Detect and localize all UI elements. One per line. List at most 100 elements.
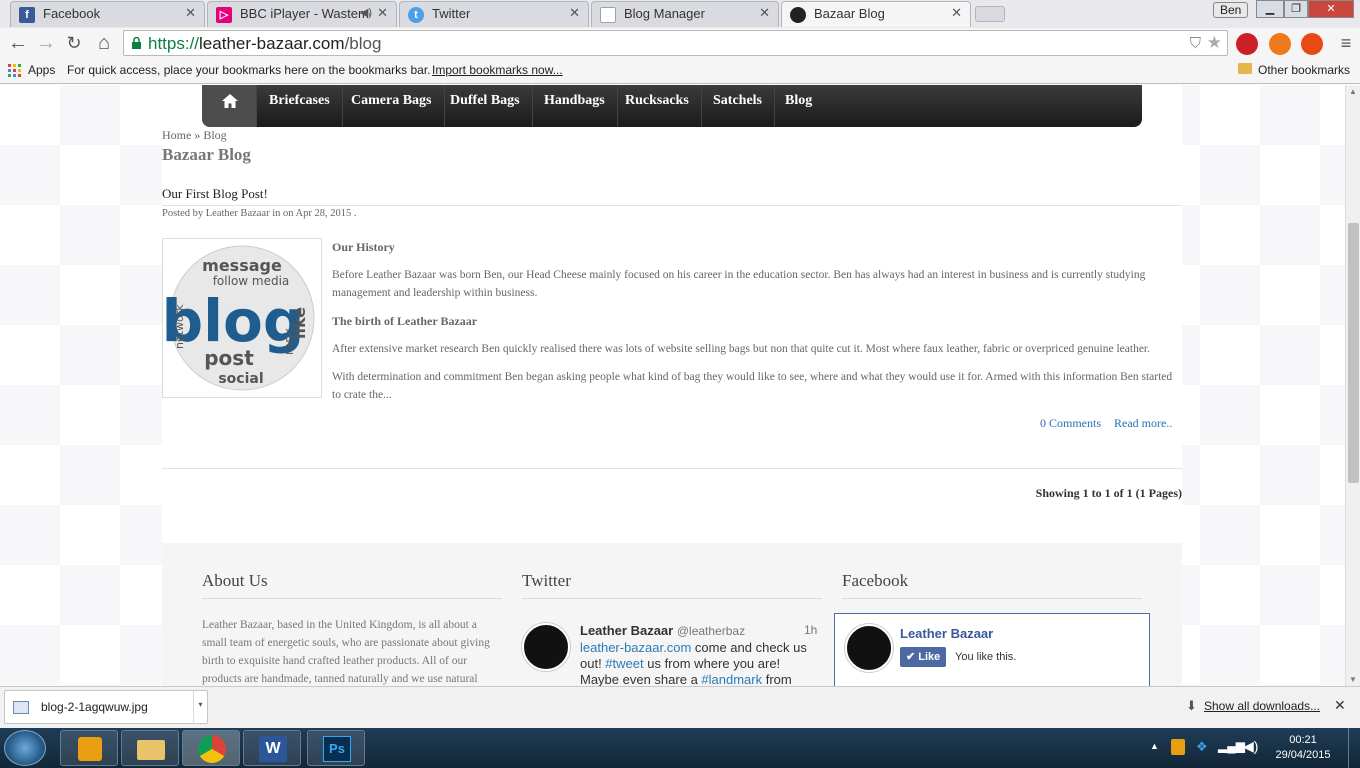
lock-icon xyxy=(132,37,141,49)
fb-like-button[interactable]: ✔ Like xyxy=(900,647,947,667)
minimize-button[interactable]: ▁ xyxy=(1256,0,1284,18)
firefox-icon[interactable] xyxy=(1269,33,1291,55)
profile-button[interactable]: Ben xyxy=(1213,2,1249,18)
system-clock[interactable]: 00:21 29/04/2015 xyxy=(1268,733,1338,763)
fb-page-name[interactable]: Leather Bazaar xyxy=(900,626,993,641)
divider xyxy=(162,205,1182,206)
svg-text:social: social xyxy=(218,371,263,387)
flame-icon[interactable] xyxy=(1301,33,1323,55)
svg-text:follow media: follow media xyxy=(213,274,290,288)
apps-icon[interactable] xyxy=(8,64,21,77)
nav-camera-bags[interactable]: Camera Bags xyxy=(339,85,445,127)
back-icon[interactable]: ← xyxy=(6,31,30,55)
taskbar-explorer[interactable] xyxy=(121,730,179,766)
maximize-button[interactable]: ❐ xyxy=(1284,0,1308,18)
close-icon[interactable]: ✕ xyxy=(1334,697,1346,714)
tweet-name[interactable]: Leather Bazaar xyxy=(580,623,673,638)
about-text: Leather Bazaar, based in the United King… xyxy=(202,619,490,685)
download-item[interactable]: blog-2-1agqwuw.jpg ▾ xyxy=(4,690,208,724)
history-heading: Our History xyxy=(332,240,395,254)
page-content: Briefcases Camera Bags Duffel Bags Handb… xyxy=(162,85,1182,686)
blog-thumbnail[interactable]: message follow media blog post social ra… xyxy=(162,238,322,398)
post-meta: Posted by Leather Bazaar in on Apr 28, 2… xyxy=(162,208,357,219)
svg-text:post: post xyxy=(204,346,254,370)
home-icon xyxy=(222,94,238,108)
bazaar-icon xyxy=(790,7,806,23)
leather-bazaar-logo-icon xyxy=(522,623,570,671)
tweet-hashtag[interactable]: #landmark xyxy=(701,672,762,686)
nav-briefcases[interactable]: Briefcases xyxy=(257,85,343,127)
tweet-link[interactable]: leather-bazaar.com xyxy=(580,640,691,655)
taskbar-photoshop[interactable]: Ps xyxy=(307,730,365,766)
pagination-status: Showing 1 to 1 of 1 (1 Pages) xyxy=(1035,486,1182,500)
close-icon[interactable]: ✕ xyxy=(185,5,196,21)
show-all-downloads-link[interactable]: Show all downloads... xyxy=(1204,699,1320,713)
download-menu-icon[interactable]: ▾ xyxy=(193,691,207,723)
tab-twitter[interactable]: t Twitter ✕ xyxy=(399,1,589,27)
tweet-handle[interactable]: @leatherbaz xyxy=(677,624,745,638)
dropbox-icon[interactable]: ❖ xyxy=(1196,739,1208,755)
comments-link[interactable]: 0 Comments xyxy=(1040,416,1101,430)
tab-bbc-iplayer[interactable]: ▷ BBC iPlayer - Wasteme ◀) ✕ xyxy=(207,1,397,27)
svg-text:network: network xyxy=(173,304,186,349)
forward-icon[interactable]: → xyxy=(34,31,58,55)
shield-icon[interactable]: ⛉ xyxy=(1190,35,1201,52)
close-window-button[interactable]: ✕ xyxy=(1308,0,1354,18)
close-icon[interactable]: ✕ xyxy=(569,5,580,21)
site-nav: Briefcases Camera Bags Duffel Bags Handb… xyxy=(202,85,1142,127)
facebook-heading: Facebook xyxy=(842,571,909,590)
taskbar-outlook[interactable] xyxy=(60,730,118,766)
scrollbar-thumb[interactable] xyxy=(1348,223,1359,483)
nav-satchels[interactable]: Satchels xyxy=(701,85,775,127)
page-scrollbar[interactable]: ▲ ▼ xyxy=(1345,85,1360,686)
post-title[interactable]: Our First Blog Post! xyxy=(162,186,268,202)
svg-text:message: message xyxy=(202,256,282,275)
close-icon[interactable]: ✕ xyxy=(759,5,770,21)
taskbar-word[interactable]: W xyxy=(243,730,301,766)
word-icon: W xyxy=(259,736,287,762)
scroll-down-icon[interactable]: ▼ xyxy=(1349,675,1357,684)
facebook-icon: f xyxy=(19,7,35,23)
import-bookmarks-link[interactable]: Import bookmarks now... xyxy=(432,63,563,77)
pinterest-icon[interactable] xyxy=(1236,33,1258,55)
tab-blog-manager[interactable]: Blog Manager ✕ xyxy=(591,1,779,27)
outlook-icon xyxy=(78,737,102,761)
new-tab-button[interactable] xyxy=(975,6,1005,22)
close-icon[interactable]: ✕ xyxy=(377,5,388,21)
about-heading: About Us xyxy=(202,571,268,590)
downloads-bar: blog-2-1agqwuw.jpg ▾ ⬇ Show all download… xyxy=(0,686,1360,728)
nav-handbags[interactable]: Handbags xyxy=(532,85,618,127)
volume-icon[interactable]: ◀) xyxy=(1243,738,1258,755)
other-bookmarks-link[interactable]: Other bookmarks xyxy=(1258,63,1350,77)
site-footer: About Us Leather Bazaar, based in the Un… xyxy=(162,543,1182,686)
network-icon[interactable]: ▂▄▆ xyxy=(1218,739,1245,753)
iplayer-icon: ▷ xyxy=(216,7,232,23)
reload-icon[interactable]: ↻ xyxy=(62,31,86,55)
show-hidden-icons[interactable]: ▲ xyxy=(1150,741,1159,751)
tray-app-icon[interactable] xyxy=(1171,739,1185,755)
home-icon[interactable]: ⌂ xyxy=(92,31,116,55)
bookmarks-hint: For quick access, place your bookmarks h… xyxy=(67,63,431,77)
nav-blog[interactable]: Blog xyxy=(773,85,824,127)
nav-duffel-bags[interactable]: Duffel Bags xyxy=(438,85,533,127)
nav-home[interactable] xyxy=(202,85,257,127)
start-button[interactable] xyxy=(4,730,46,766)
star-icon[interactable]: ★ xyxy=(1207,33,1222,53)
tab-label: BBC iPlayer - Wasteme xyxy=(240,6,370,21)
nav-rucksacks[interactable]: Rucksacks xyxy=(613,85,702,127)
menu-icon[interactable]: ≡ xyxy=(1334,31,1358,55)
taskbar-chrome[interactable] xyxy=(182,730,240,766)
tab-facebook[interactable]: f Facebook ✕ xyxy=(10,1,205,27)
show-desktop-button[interactable] xyxy=(1348,728,1360,768)
breadcrumb[interactable]: Home » Blog xyxy=(162,128,227,143)
leather-bazaar-logo-icon xyxy=(845,624,893,672)
read-more-link[interactable]: Read more.. xyxy=(1114,416,1172,430)
address-bar[interactable]: https://leather-bazaar.com/blog ⛉ ★ xyxy=(123,30,1228,56)
tab-bazaar-blog[interactable]: Bazaar Blog ✕ xyxy=(781,1,971,27)
close-icon[interactable]: ✕ xyxy=(951,5,962,21)
facebook-widget: Leather Bazaar ✔ Like You like this. xyxy=(834,613,1150,686)
tweet-hashtag[interactable]: #tweet xyxy=(605,656,643,671)
apps-link[interactable]: Apps xyxy=(28,63,55,77)
bookmarks-bar: Apps For quick access, place your bookma… xyxy=(0,58,1360,84)
scroll-up-icon[interactable]: ▲ xyxy=(1349,87,1357,96)
